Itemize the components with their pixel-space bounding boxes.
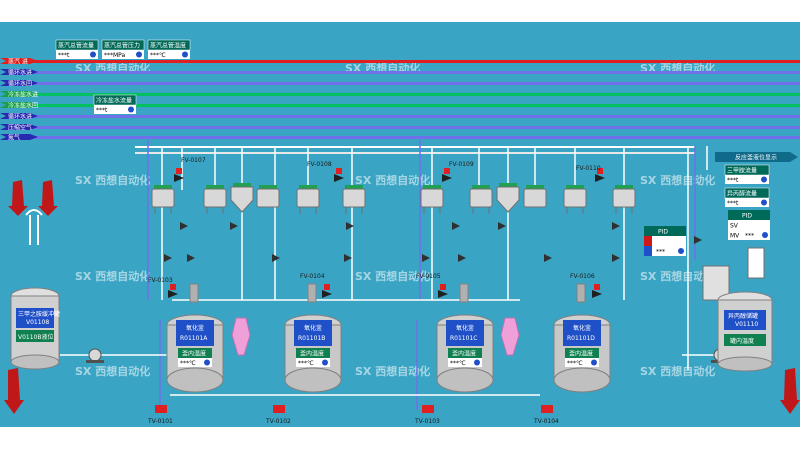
svg-text:V01110: V01110 [735, 321, 758, 328]
svg-text:循环水进: 循环水进 [8, 69, 32, 77]
svg-text:压缩空气: 压缩空气 [8, 124, 32, 132]
svg-text:循环水回: 循环水回 [8, 80, 32, 88]
isopropanol-flow-panel[interactable]: 异丙醇流量 ***t [724, 187, 770, 207]
svg-text:釜内温度: 釜内温度 [182, 350, 206, 358]
svg-text:***℃: ***℃ [180, 360, 196, 367]
svg-text:蒸汽总管流量: 蒸汽总管流量 [58, 42, 94, 50]
svg-text:FV-0110: FV-0110 [576, 165, 601, 172]
svg-text:***: *** [656, 249, 665, 256]
svg-text:SX 西想自动化: SX 西想自动化 [75, 364, 150, 378]
svg-text:***: *** [745, 233, 754, 240]
svg-text:异丙醇流量: 异丙醇流量 [727, 190, 757, 198]
scada-canvas: SX 西想自动化 SX 西想自动化 SX 西想自动化 SX 西想自动化 SX 西… [0, 22, 800, 427]
svg-text:TV-0101: TV-0101 [147, 418, 173, 425]
svg-text:蒸汽总管温度: 蒸汽总管温度 [150, 42, 186, 50]
svg-text:FV-0107: FV-0107 [181, 157, 206, 164]
svg-text:氧化釜: 氧化釜 [573, 324, 591, 332]
pid-faceplate-left[interactable]: PID *** [644, 226, 686, 256]
scada-screen: SX 西想自动化 SX 西想自动化 SX 西想自动化 SX 西想自动化 SX 西… [0, 0, 800, 450]
svg-text:罐内温度: 罐内温度 [730, 337, 754, 345]
svg-text:氧化釜: 氧化釜 [186, 324, 204, 332]
svg-text:冷冻盐水流量: 冷冻盐水流量 [96, 97, 132, 105]
svg-text:异丙醇储罐: 异丙醇储罐 [728, 312, 758, 320]
valve-tv-0102 [273, 405, 285, 413]
svg-text:***℃: ***℃ [150, 52, 166, 59]
svg-text:R01101A: R01101A [180, 335, 208, 342]
svg-text:***MPa: ***MPa [104, 52, 126, 59]
svg-text:TV-0103: TV-0103 [414, 418, 440, 425]
svg-text:冷冻盐水回: 冷冻盐水回 [8, 102, 38, 110]
status-banner[interactable]: 反应釜液位显示 [715, 152, 798, 162]
svg-text:FV-0105: FV-0105 [416, 273, 441, 280]
svg-text:FV-0108: FV-0108 [307, 161, 332, 168]
svg-text:PID: PID [658, 229, 668, 236]
svg-text:蒸汽总管压力: 蒸汽总管压力 [104, 42, 140, 50]
svg-text:SX 西想自动化: SX 西想自动化 [355, 364, 430, 378]
svg-text:***t: ***t [58, 52, 70, 59]
svg-text:釜内温度: 釜内温度 [569, 350, 593, 358]
svg-text:SV: SV [730, 223, 739, 230]
valve-tv-0103 [422, 405, 434, 413]
svg-text:釜内温度: 釜内温度 [452, 350, 476, 358]
svg-text:反应釜液位显示: 反应釜液位显示 [735, 154, 777, 162]
chilled-brine-flow-panel[interactable]: 冷冻盐水流量 ***t [93, 94, 137, 114]
svg-text:TV-0102: TV-0102 [265, 418, 291, 425]
valve-tv-0101 [155, 405, 167, 413]
weigh-tank-a4 [256, 185, 280, 208]
svg-text:***℃: ***℃ [298, 360, 314, 367]
svg-text:SX 西想自动化: SX 西想自动化 [75, 269, 150, 283]
svg-text:V0110B液位: V0110B液位 [18, 333, 54, 341]
trimethylamine-flow-panel[interactable]: 三甲胺流量 ***t [724, 164, 770, 184]
svg-text:三甲胺流量: 三甲胺流量 [727, 167, 757, 175]
svg-text:R01101B: R01101B [298, 335, 325, 342]
svg-text:釜内温度: 釜内温度 [300, 350, 324, 358]
svg-text:氧化釜: 氧化釜 [456, 324, 474, 332]
svg-text:三甲之胺缓冲罐: 三甲之胺缓冲罐 [18, 310, 60, 318]
steam-flow-panel[interactable]: 蒸汽总管流量 ***t [55, 39, 99, 59]
svg-text:MV: MV [730, 233, 740, 240]
valve-tv-0104 [541, 405, 553, 413]
svg-text:***t: ***t [96, 107, 108, 114]
svg-text:氧化釜: 氧化釜 [304, 324, 322, 332]
svg-text:FV-0106: FV-0106 [570, 273, 595, 280]
steam-pressure-panel[interactable]: 蒸汽总管压力 ***MPa [101, 39, 145, 59]
svg-text:FV-0103: FV-0103 [148, 277, 173, 284]
svg-text:FV-0109: FV-0109 [449, 161, 474, 168]
svg-text:SX 西想自动化: SX 西想自动化 [75, 173, 150, 187]
svg-text:SX 西想自动化: SX 西想自动化 [355, 173, 430, 187]
svg-text:氮气: 氮气 [8, 134, 20, 142]
steam-temperature-panel[interactable]: 蒸汽总管温度 ***℃ [147, 39, 191, 59]
weigh-tank-c4 [523, 185, 547, 208]
svg-text:蒸汽 进: 蒸汽 进 [8, 58, 28, 66]
svg-text:R01101D: R01101D [567, 335, 595, 342]
svg-text:R01101C: R01101C [450, 335, 477, 342]
svg-text:FV-0104: FV-0104 [300, 273, 325, 280]
svg-text:SX 西想自动化: SX 西想自动化 [640, 173, 715, 187]
svg-text:***℃: ***℃ [450, 360, 466, 367]
svg-text:PID: PID [742, 213, 752, 220]
svg-text:***t: ***t [727, 200, 739, 207]
svg-text:TV-0104: TV-0104 [533, 418, 559, 425]
svg-text:***℃: ***℃ [567, 360, 583, 367]
svg-text:V01108: V01108 [26, 319, 49, 326]
svg-text:***t: ***t [727, 177, 739, 184]
pid-faceplate-right[interactable]: PID SV MV *** [728, 210, 770, 240]
svg-text:冷冻盐水进: 冷冻盐水进 [8, 91, 38, 99]
svg-text:SX 西想自动化: SX 西想自动化 [640, 364, 715, 378]
svg-text:循环水进: 循环水进 [8, 113, 32, 121]
